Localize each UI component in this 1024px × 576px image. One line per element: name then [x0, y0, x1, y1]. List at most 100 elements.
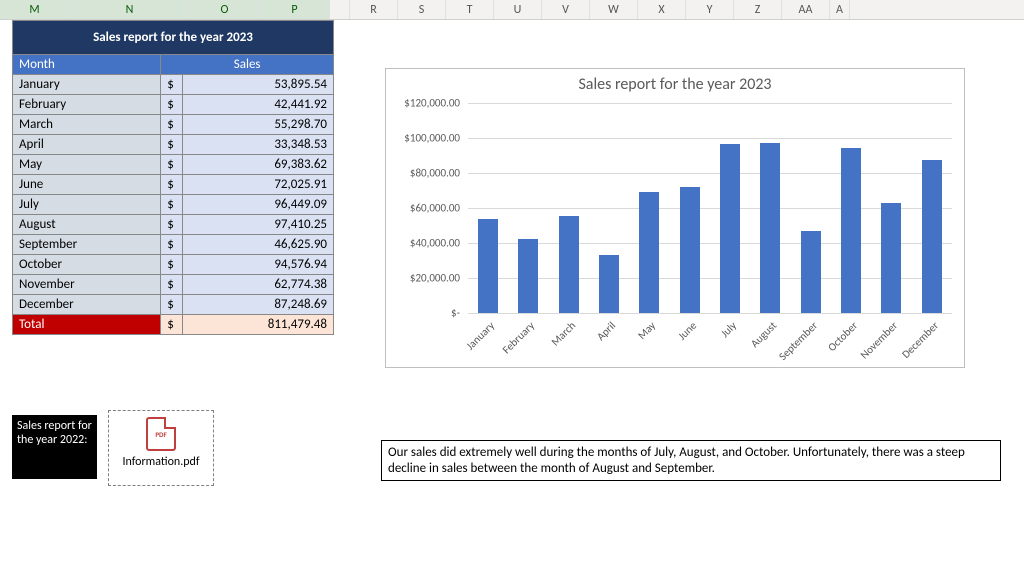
column-O[interactable]: O — [190, 0, 260, 19]
table-row[interactable]: October$94,576.94 — [13, 255, 334, 275]
cell-currency[interactable]: $ — [161, 155, 183, 175]
table-row[interactable]: June$72,025.91 — [13, 175, 334, 195]
cell-value[interactable]: 87,248.69 — [183, 295, 334, 315]
x-axis-tick: August — [749, 319, 780, 350]
table-row[interactable]: August$97,410.25 — [13, 215, 334, 235]
table-row[interactable]: July$96,449.09 — [13, 195, 334, 215]
x-axis-tick: April — [594, 319, 618, 343]
column-M[interactable]: M — [0, 0, 70, 19]
table-row[interactable]: March$55,298.70 — [13, 115, 334, 135]
bar-august: August — [750, 103, 790, 313]
cell-value[interactable]: 97,410.25 — [183, 215, 334, 235]
cell-value[interactable]: 33,348.53 — [183, 135, 334, 155]
cell-value[interactable]: 42,441.92 — [183, 95, 334, 115]
y-axis-tick: $100,000.00 — [404, 132, 460, 145]
column-Y[interactable]: Y — [686, 0, 734, 19]
bar-july: July — [710, 103, 750, 313]
bar-february: February — [508, 103, 548, 313]
cell-value[interactable]: 62,774.38 — [183, 275, 334, 295]
x-axis-tick: November — [858, 319, 900, 361]
embedded-pdf[interactable]: PDF Information.pdf — [108, 410, 214, 486]
y-axis-tick: $80,000.00 — [410, 167, 460, 180]
chart-title: Sales report for the year 2023 — [386, 75, 964, 94]
cell-month[interactable]: February — [13, 95, 161, 115]
column-U[interactable]: U — [494, 0, 542, 19]
commentary-textbox[interactable]: Our sales did extremely well during the … — [381, 440, 1001, 481]
bar-may: May — [629, 103, 669, 313]
cell-currency[interactable]: $ — [161, 115, 183, 135]
cell-month[interactable]: January — [13, 75, 161, 95]
cell-currency[interactable]: $ — [161, 95, 183, 115]
column-AA[interactable]: AA — [782, 0, 830, 19]
cell-value[interactable]: 72,025.91 — [183, 175, 334, 195]
column-Z[interactable]: Z — [734, 0, 782, 19]
cell-month[interactable]: August — [13, 215, 161, 235]
column-V[interactable]: V — [542, 0, 590, 19]
y-axis-tick: $- — [451, 307, 460, 320]
cell-month[interactable]: May — [13, 155, 161, 175]
cell-value[interactable]: 94,576.94 — [183, 255, 334, 275]
cell-month[interactable]: June — [13, 175, 161, 195]
column-T[interactable]: T — [446, 0, 494, 19]
column-A[interactable]: A — [830, 0, 850, 19]
cell-month[interactable]: March — [13, 115, 161, 135]
table-row[interactable]: February$42,441.92 — [13, 95, 334, 115]
table-row[interactable]: November$62,774.38 — [13, 275, 334, 295]
x-axis-tick: January — [464, 319, 498, 353]
header-sales[interactable]: Sales — [161, 55, 334, 75]
pdf-icon: PDF — [146, 417, 176, 451]
cell-currency[interactable]: $ — [161, 295, 183, 315]
table-row[interactable]: September$46,625.90 — [13, 235, 334, 255]
column-R[interactable]: R — [350, 0, 398, 19]
column-W[interactable]: W — [590, 0, 638, 19]
column-S[interactable]: S — [398, 0, 446, 19]
cell-currency[interactable]: $ — [161, 255, 183, 275]
cell-month[interactable]: September — [13, 235, 161, 255]
total-label[interactable]: Total — [13, 315, 161, 335]
cell-value[interactable]: 69,383.62 — [183, 155, 334, 175]
table-row[interactable]: April$33,348.53 — [13, 135, 334, 155]
chart-plot-area: $-$20,000.00$40,000.00$60,000.00$80,000.… — [468, 103, 952, 313]
pdf-filename: Information.pdf — [109, 455, 213, 469]
column-N[interactable]: N — [70, 0, 190, 19]
cell-currency[interactable]: $ — [161, 275, 183, 295]
bar-april: April — [589, 103, 629, 313]
column-P[interactable]: P — [260, 0, 330, 19]
cell-currency[interactable]: $ — [161, 75, 183, 95]
column-headers[interactable]: MNOPRSTUVWXYZAAA — [0, 0, 1024, 20]
table-row[interactable]: May$69,383.62 — [13, 155, 334, 175]
cell-month[interactable]: December — [13, 295, 161, 315]
y-axis-tick: $40,000.00 — [410, 237, 460, 250]
bar-november: November — [871, 103, 911, 313]
x-axis-tick: March — [548, 319, 578, 349]
cell-currency[interactable]: $ — [161, 135, 183, 155]
y-axis-tick: $20,000.00 — [410, 272, 460, 285]
cell-month[interactable]: October — [13, 255, 161, 275]
sales-chart[interactable]: Sales report for the year 2023 $-$20,000… — [385, 68, 965, 368]
x-axis-tick: June — [675, 319, 699, 343]
total-currency[interactable]: $ — [161, 315, 183, 335]
column-X[interactable]: X — [638, 0, 686, 19]
cell-currency[interactable]: $ — [161, 235, 183, 255]
cell-currency[interactable]: $ — [161, 195, 183, 215]
table-row[interactable]: January$53,895.54 — [13, 75, 334, 95]
bar-october: October — [831, 103, 871, 313]
bar-june: June — [670, 103, 710, 313]
cell-value[interactable]: 53,895.54 — [183, 75, 334, 95]
x-axis-tick: September — [776, 319, 820, 363]
cell-currency[interactable]: $ — [161, 175, 183, 195]
header-month[interactable]: Month — [13, 55, 161, 75]
cell-value[interactable]: 96,449.09 — [183, 195, 334, 215]
total-value[interactable]: 811,479.48 — [183, 315, 334, 335]
cell-currency[interactable]: $ — [161, 215, 183, 235]
x-axis-tick: February — [500, 319, 537, 356]
cell-value[interactable]: 55,298.70 — [183, 115, 334, 135]
column-narrow[interactable] — [330, 0, 350, 19]
table-row[interactable]: December$87,248.69 — [13, 295, 334, 315]
cell-month[interactable]: April — [13, 135, 161, 155]
cell-value[interactable]: 46,625.90 — [183, 235, 334, 255]
cell-month[interactable]: July — [13, 195, 161, 215]
cell-month[interactable]: November — [13, 275, 161, 295]
x-axis-tick: July — [718, 319, 739, 340]
sales-table[interactable]: Sales report for the year 2023 Month Sal… — [12, 20, 334, 335]
